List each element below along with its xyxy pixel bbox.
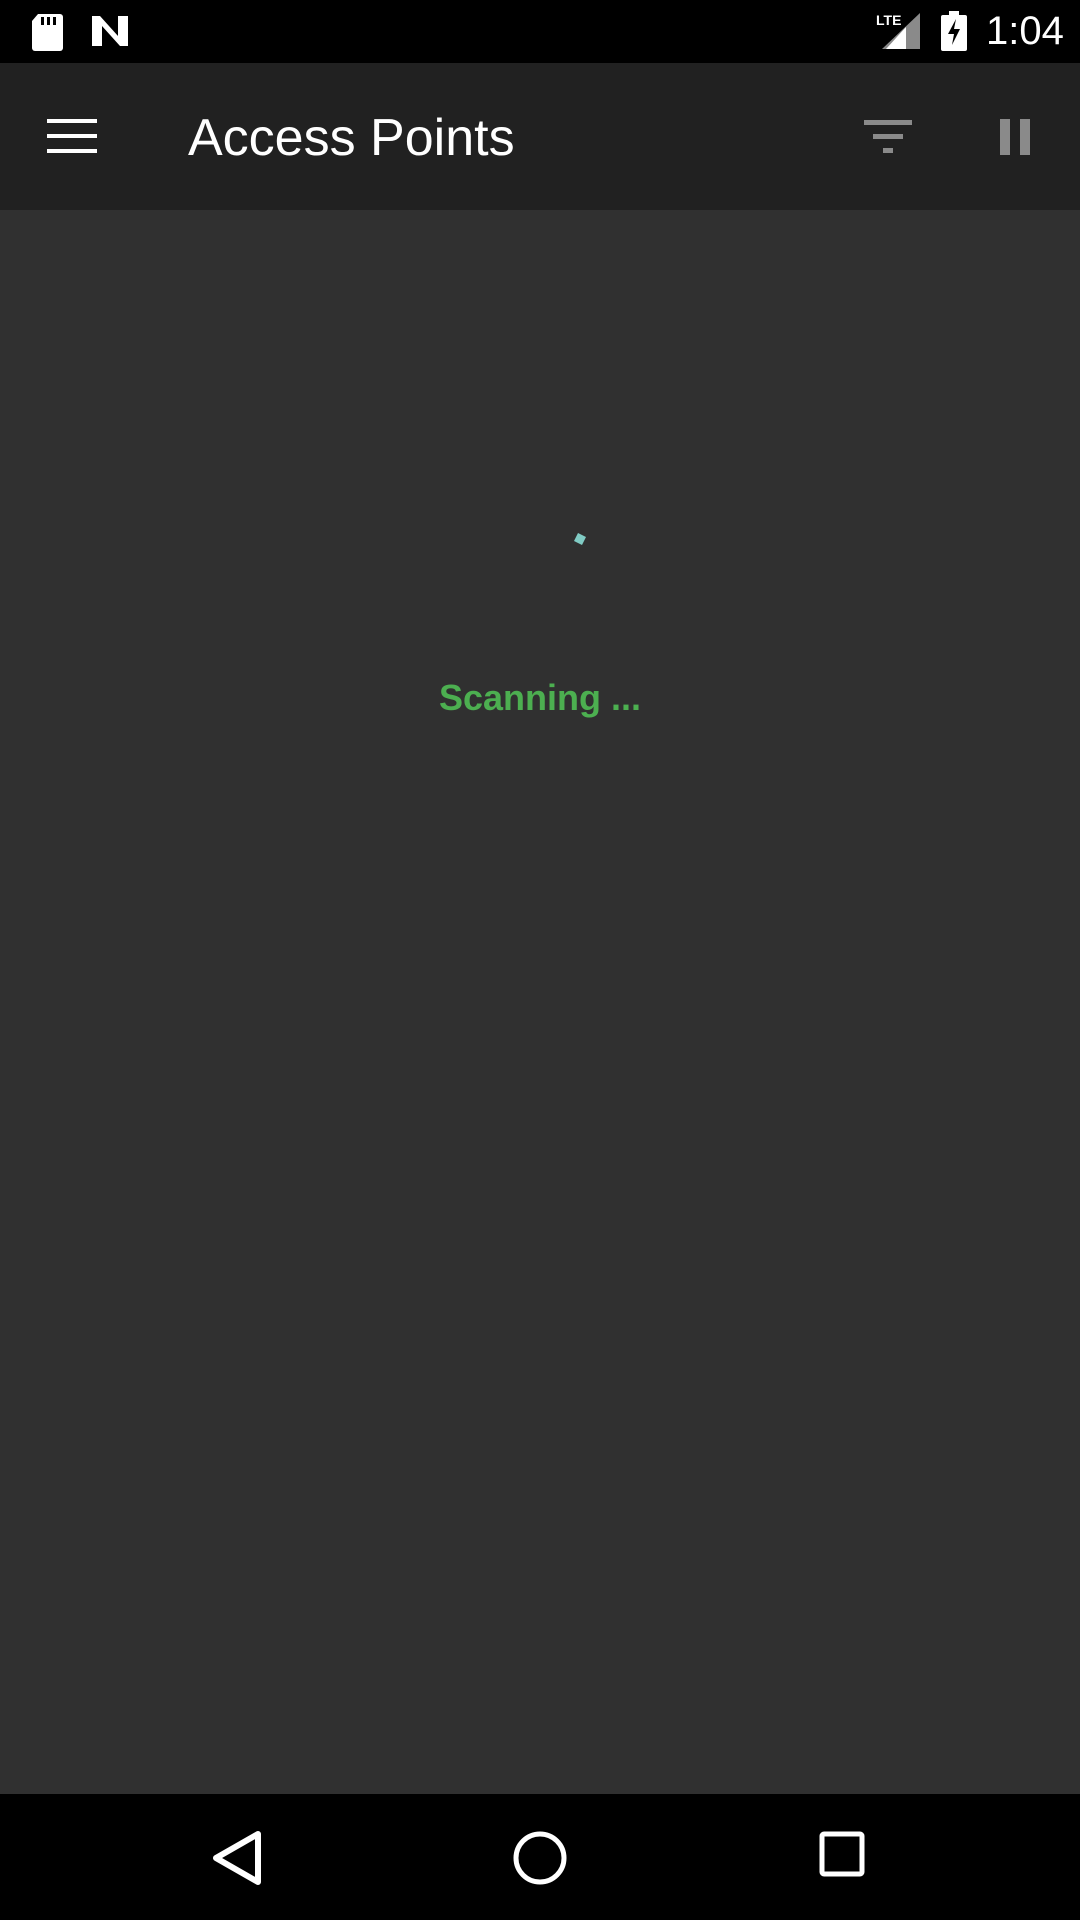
home-circle-icon bbox=[510, 1831, 570, 1892]
back-triangle-icon bbox=[210, 1831, 266, 1890]
battery-charging-icon bbox=[940, 11, 968, 56]
scanning-status-text: Scanning ... bbox=[438, 677, 642, 718]
recents-button[interactable] bbox=[818, 1830, 870, 1882]
sd-card-icon bbox=[30, 12, 64, 57]
filter-button[interactable] bbox=[860, 113, 920, 161]
home-button[interactable] bbox=[510, 1828, 570, 1888]
n-notification-icon bbox=[90, 14, 130, 53]
app-bar: Access Points bbox=[0, 63, 1080, 210]
recents-square-icon bbox=[818, 1831, 870, 1886]
lte-signal-icon: LTE bbox=[876, 11, 922, 56]
navigation-bar bbox=[0, 1794, 1080, 1920]
status-bar: LTE 1:04 bbox=[0, 0, 1080, 63]
page-title: Access Points bbox=[188, 109, 515, 167]
status-clock: 1:04 bbox=[986, 9, 1064, 53]
network-label: LTE bbox=[876, 12, 901, 28]
loading-spinner-icon bbox=[573, 532, 587, 546]
pause-button[interactable] bbox=[996, 113, 1036, 161]
menu-button[interactable] bbox=[40, 109, 104, 165]
screen: LTE 1:04 Access Points Scanning ... bbox=[0, 0, 1080, 1920]
access-points-content: Scanning ... bbox=[0, 210, 1080, 1794]
back-button[interactable] bbox=[210, 1830, 266, 1886]
